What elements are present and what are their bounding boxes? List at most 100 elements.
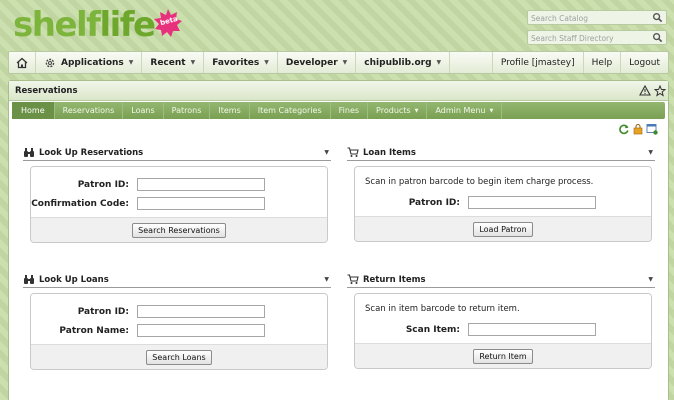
loans-patron-id-input[interactable]	[137, 305, 265, 318]
scan-item-label: Scan Item:	[405, 324, 460, 335]
widget-box: Scan in item barcode to return item. Sca…	[354, 293, 652, 369]
panel-header: Reservations	[9, 81, 668, 101]
chevron-down-icon: ▼	[190, 59, 196, 66]
widget-title: Look Up Reservations	[39, 147, 144, 158]
widget-footer: Return Item	[355, 343, 651, 368]
lock-icon[interactable]	[632, 123, 644, 135]
shelflife-logo[interactable]: shelflife beta	[13, 5, 182, 47]
logo-shelf-text: shelf	[13, 5, 101, 45]
tab-label: Admin Menu	[435, 106, 486, 115]
loan-patron-id-input[interactable]	[468, 196, 596, 209]
widget-body: Patron ID: Confirmation Code:	[31, 167, 327, 217]
search-icon[interactable]	[652, 32, 663, 43]
page-title: Reservations	[15, 85, 78, 96]
beta-badge: beta	[153, 8, 183, 38]
chevron-down-icon[interactable]: ▼	[648, 276, 655, 283]
warning-icon[interactable]	[639, 85, 651, 96]
star-icon[interactable]	[654, 84, 666, 97]
tab-reservations[interactable]: Reservations	[55, 102, 124, 119]
tab-loans[interactable]: Loans	[123, 102, 164, 119]
patron-id-label: Patron ID:	[408, 197, 460, 208]
logout-link[interactable]: Logout	[620, 52, 668, 73]
widget-footer: Search Reservations	[31, 217, 327, 242]
topnav-developer[interactable]: Developer ▼	[278, 52, 357, 73]
widget-body: Patron ID: Patron Name:	[31, 294, 327, 344]
topnav-label: Favorites	[212, 57, 260, 68]
tab-admin-menu[interactable]: Admin Menu ▼	[427, 102, 503, 119]
chevron-down-icon[interactable]: ▼	[324, 149, 331, 156]
refresh-icon[interactable]	[618, 123, 630, 135]
widget-box: Scan in patron barcode to begin item cha…	[354, 166, 652, 242]
chevron-down-icon: ▼	[436, 59, 442, 66]
widget-footer: Load Patron	[355, 216, 651, 241]
widget-header: Look Up Reservations ▼	[23, 145, 331, 161]
profile-link[interactable]: Profile [jmastey]	[491, 52, 583, 73]
staff-search-input[interactable]	[528, 32, 648, 45]
loan-items-widget: Loan Items ▼ Scan in patron barcode to b…	[347, 145, 655, 242]
home-button[interactable]	[9, 52, 36, 73]
topnav-label: Developer	[285, 57, 338, 68]
search-icon[interactable]	[652, 12, 663, 23]
home-icon	[16, 57, 28, 68]
search-reservations-button[interactable]: Search Reservations	[132, 222, 226, 238]
tab-home[interactable]: Home	[12, 102, 55, 119]
gear-icon	[45, 58, 55, 67]
patron-name-input[interactable]	[137, 324, 265, 337]
widget-title: Look Up Loans	[39, 274, 109, 285]
catalog-search[interactable]	[527, 10, 667, 25]
topnav-favorites[interactable]: Favorites ▼	[204, 52, 278, 73]
topnav-label: Recent	[150, 57, 186, 68]
chevron-down-icon: ▼	[128, 59, 134, 66]
chevron-down-icon: ▼	[264, 59, 269, 66]
binoculars-icon	[24, 148, 34, 157]
topnav-applications[interactable]: Applications ▼	[36, 52, 143, 73]
lookup-loans-widget: Look Up Loans ▼ Patron ID: Patron Name: …	[23, 272, 331, 370]
return-item-button[interactable]: Return Item	[473, 348, 533, 364]
cart-icon	[347, 274, 359, 284]
return-instructions: Scan in item barcode to return item.	[365, 304, 520, 314]
widget-header: Loan Items ▼	[347, 145, 655, 161]
staff-search[interactable]	[527, 30, 667, 45]
help-link[interactable]: Help	[582, 52, 621, 73]
load-patron-button[interactable]: Load Patron	[473, 221, 533, 237]
tab-fines[interactable]: Fines	[331, 102, 369, 119]
chevron-down-icon[interactable]: ▼	[648, 149, 655, 156]
confirmation-code-label: Confirmation Code:	[31, 198, 129, 209]
lookup-reservations-widget: Look Up Reservations ▼ Patron ID: Confir…	[23, 145, 331, 243]
chevron-down-icon: ▼	[414, 107, 419, 114]
confirmation-code-input[interactable]	[137, 197, 265, 210]
widget-header: Look Up Loans ▼	[23, 272, 331, 288]
widget-header: Return Items ▼	[347, 272, 655, 288]
widget-box: Patron ID: Patron Name: Search Loans	[30, 293, 328, 370]
tab-label: Products	[376, 106, 411, 115]
topnav-recent[interactable]: Recent ▼	[142, 52, 205, 73]
window-icon[interactable]	[646, 123, 658, 135]
tab-items[interactable]: Items	[210, 102, 250, 119]
return-items-widget: Return Items ▼ Scan in item barcode to r…	[347, 272, 655, 369]
widget-title: Return Items	[363, 274, 426, 285]
tab-products[interactable]: Products ▼	[368, 102, 428, 119]
loan-instructions: Scan in patron barcode to begin item cha…	[365, 177, 594, 187]
topnav-right: Profile [jmastey] Help Logout	[491, 52, 668, 73]
widget-title: Loan Items	[363, 147, 416, 158]
topnav-label: chipublib.org	[364, 57, 432, 68]
reservations-panel: Reservations Home Reservations Loans Pat…	[8, 80, 669, 400]
patron-name-label: Patron Name:	[59, 325, 129, 336]
chevron-down-icon: ▼	[342, 59, 348, 66]
widget-body: Scan in item barcode to return item. Sca…	[355, 294, 651, 343]
catalog-search-input[interactable]	[528, 12, 648, 25]
patron-id-input[interactable]	[137, 178, 265, 191]
patron-id-label: Patron ID:	[77, 306, 129, 317]
widget-body: Scan in patron barcode to begin item cha…	[355, 167, 651, 216]
chevron-down-icon[interactable]: ▼	[324, 276, 331, 283]
tab-item-categories[interactable]: Item Categories	[250, 102, 331, 119]
topnav-label: Applications	[61, 57, 124, 68]
chevron-down-icon: ▼	[489, 107, 494, 114]
topnav-chipublib[interactable]: chipublib.org ▼	[356, 52, 451, 73]
tool-icons	[618, 123, 658, 135]
section-tabs: Home Reservations Loans Patrons Items It…	[12, 102, 665, 119]
tab-patrons[interactable]: Patrons	[164, 102, 211, 119]
binoculars-icon	[24, 275, 34, 284]
scan-item-input[interactable]	[468, 323, 596, 336]
search-loans-button[interactable]: Search Loans	[146, 349, 212, 365]
